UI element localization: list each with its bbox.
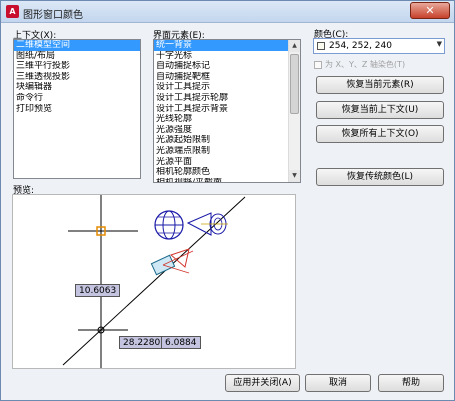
tint-axes-label: 为 X、Y、Z 轴染色(T) — [325, 60, 406, 69]
context-list-item[interactable]: 三维透视投影 — [14, 72, 140, 83]
interface-element-list-item[interactable]: 光源强度 — [154, 125, 300, 136]
interface-element-list-item[interactable]: 自动捕捉标记 — [154, 61, 300, 72]
help-button[interactable]: 帮助 — [378, 374, 444, 392]
interface-element-list-item[interactable]: 光源端点限制 — [154, 146, 300, 157]
interface-element-list-item[interactable]: 相机视野/平截面 — [154, 178, 300, 182]
context-list-item[interactable]: 块编辑器 — [14, 82, 140, 93]
interface-element-list-item[interactable]: 设计工具提示 — [154, 82, 300, 93]
dropdown-arrow-icon[interactable]: ▼ — [437, 40, 442, 48]
context-list-item[interactable]: 二维模型空间 — [14, 40, 140, 51]
title-bar: A 图形窗口颜色 ✕ — [1, 1, 454, 23]
interface-element-list-item[interactable]: 统一背景 — [154, 40, 300, 51]
tint-axes-checkbox[interactable] — [314, 60, 322, 69]
interface-element-list-item[interactable]: 自动捕捉靶框 — [154, 72, 300, 83]
coordinate-readout-left: 10.6063 — [75, 284, 121, 297]
context-list-item[interactable]: 图纸/布局 — [14, 51, 140, 62]
coordinate-readout-x: 28.2280 — [119, 336, 165, 349]
context-listbox[interactable]: 二维模型空间 图纸/布局 三维平行投影 三维透视投影 块编辑器 命令行 打印预览 — [13, 39, 141, 179]
interface-element-list-item[interactable]: 光源平面 — [154, 157, 300, 168]
apply-and-close-button[interactable]: 应用并关闭(A) — [225, 374, 300, 392]
close-button[interactable]: ✕ — [410, 2, 450, 19]
interface-element-list-item[interactable]: 设计工具提示轮廓 — [154, 93, 300, 104]
context-list-item[interactable]: 命令行 — [14, 93, 140, 104]
coordinate-readout-y: 6.0884 — [161, 336, 201, 349]
interface-element-list-item[interactable]: 设计工具提示背景 — [154, 104, 300, 115]
restore-current-context-button[interactable]: 恢复当前上下文(U) — [316, 101, 444, 119]
context-list-item[interactable]: 打印预览 — [14, 104, 140, 115]
scroll-down-arrow-icon[interactable]: ▼ — [289, 170, 300, 182]
context-list-item[interactable]: 三维平行投影 — [14, 61, 140, 72]
restore-current-element-button[interactable]: 恢复当前元素(R) — [316, 76, 444, 94]
color-value: 254, 252, 240 — [329, 41, 392, 51]
scroll-up-arrow-icon[interactable]: ▲ — [289, 40, 300, 52]
restore-classic-colors-button[interactable]: 恢复传统颜色(L) — [316, 168, 444, 186]
interface-list-scrollbar[interactable]: ▲ ▼ — [288, 40, 300, 182]
scrollbar-thumb[interactable] — [290, 54, 299, 114]
interface-element-list-item[interactable]: 相机轮廓颜色 — [154, 167, 300, 178]
globe-light-icon — [154, 210, 184, 240]
interface-element-list-item[interactable]: 十字光标 — [154, 51, 300, 62]
color-swatch — [317, 42, 325, 50]
color-dialog-window: A 图形窗口颜色 ✕ 上下文(X): 二维模型空间 图纸/布局 三维平行投影 三维透视… — [0, 0, 455, 401]
color-combobox[interactable]: 254, 252, 240 ▼ — [313, 38, 445, 54]
autocad-app-icon: A — [6, 5, 19, 18]
interface-element-list-item[interactable]: 光线轮廓 — [154, 114, 300, 125]
window-title: 图形窗口颜色 — [23, 10, 83, 21]
cancel-button[interactable]: 取消 — [305, 374, 371, 392]
restore-all-contexts-button[interactable]: 恢复所有上下文(O) — [316, 125, 444, 143]
tint-axes-checkbox-row[interactable]: 为 X、Y、Z 轴染色(T) — [314, 59, 405, 70]
camera-icon — [150, 248, 194, 276]
interface-element-list-item[interactable]: 光源起始限制 — [154, 135, 300, 146]
preview-canvas: 10.6063 28.2280 6.0884 — [12, 194, 296, 369]
interface-element-listbox[interactable]: 统一背景 十字光标 自动捕捉标记 自动捕捉靶框 设计工具提示 设计工具提示轮廓 设计工具提示… — [153, 39, 301, 183]
